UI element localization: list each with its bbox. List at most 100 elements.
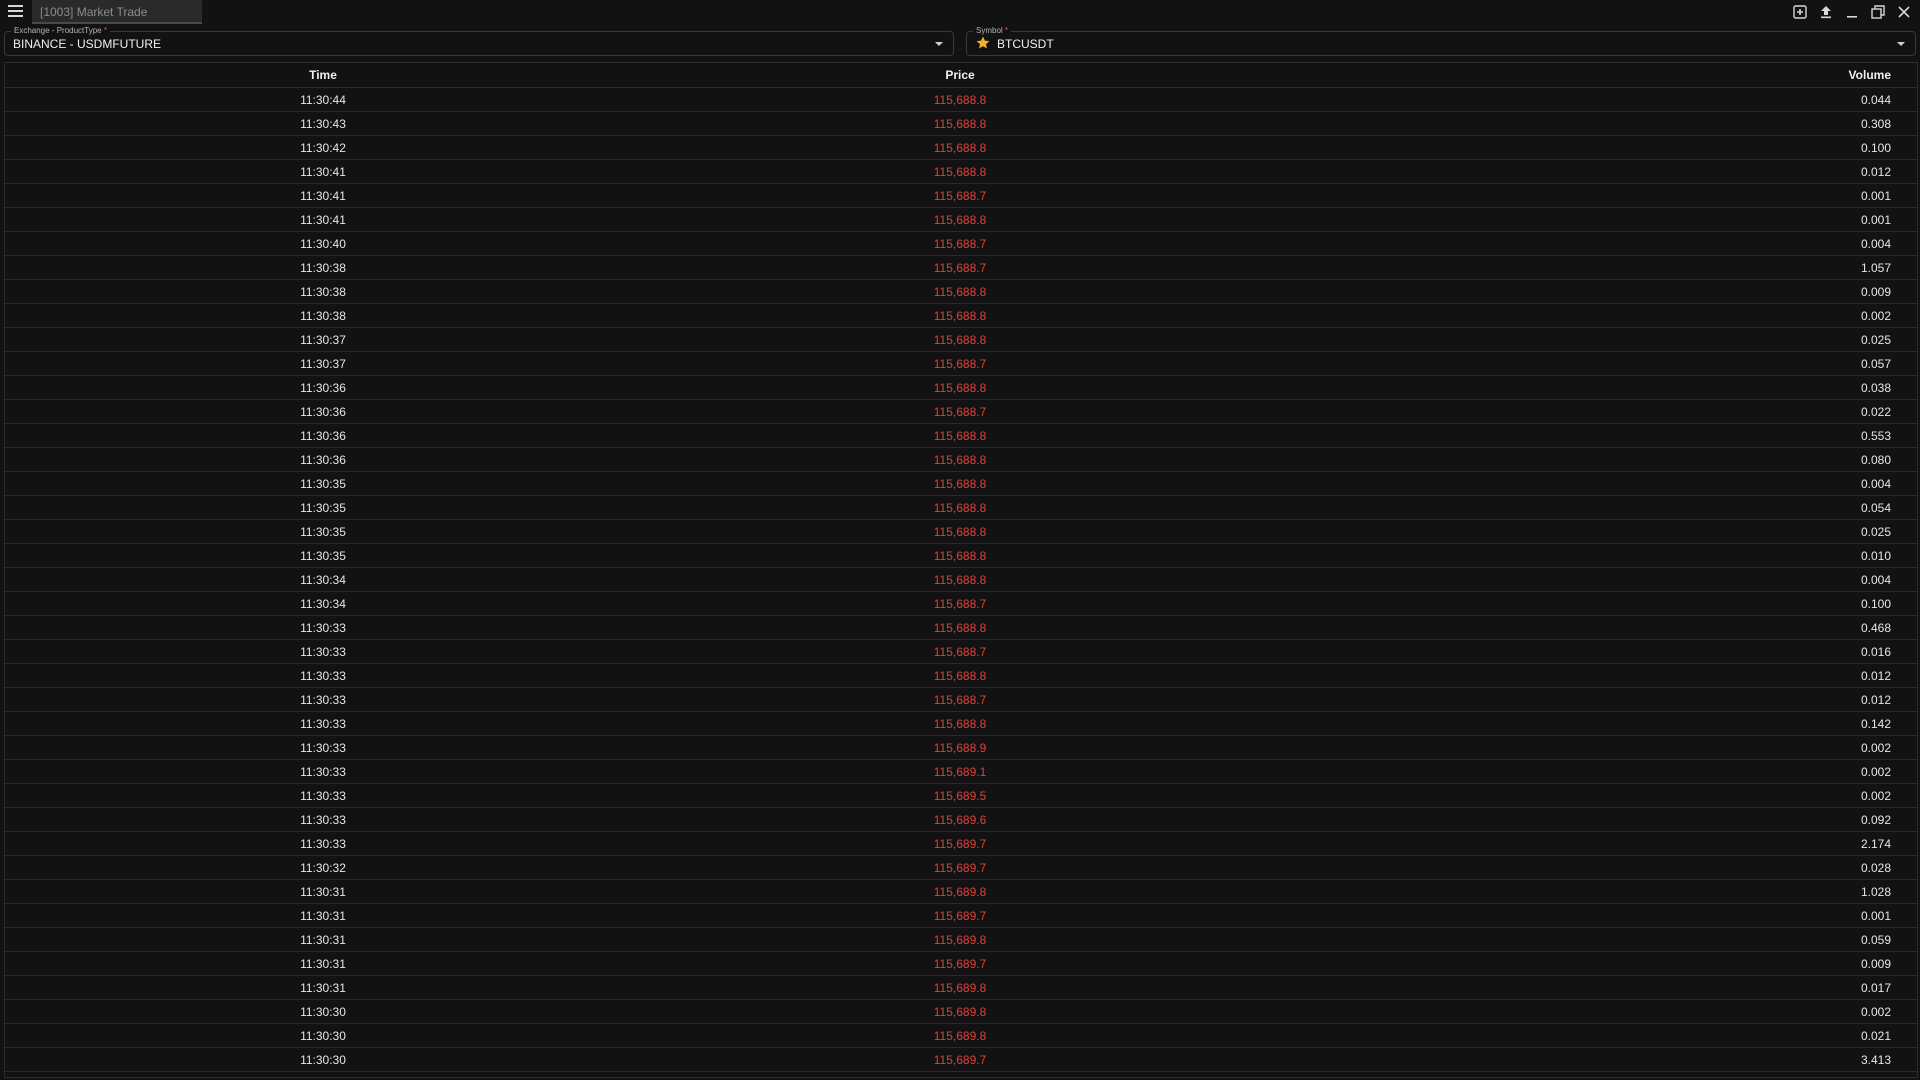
cell-price: 115,688.7 [933, 356, 987, 371]
table-row[interactable]: 11:30:31 115,689.8 0.017 [5, 976, 1917, 1000]
table-row[interactable]: 11:30:38 115,688.8 0.002 [5, 304, 1917, 328]
column-header-price[interactable]: Price [641, 68, 1279, 82]
close-icon[interactable] [1894, 2, 1914, 22]
cell-price: 115,688.7 [933, 236, 987, 251]
cell-price: 115,688.8 [933, 308, 987, 323]
table-row[interactable]: 11:30:40 115,688.7 0.004 [5, 232, 1917, 256]
cell-time: 11:30:41 [300, 188, 346, 203]
column-header-time[interactable]: Time [5, 68, 641, 82]
table-row[interactable]: 11:30:35 115,688.8 0.010 [5, 544, 1917, 568]
cell-time: 11:30:44 [300, 92, 346, 107]
cell-price: 115,688.7 [933, 188, 987, 203]
hamburger-menu-icon[interactable] [8, 5, 23, 19]
cell-price: 115,688.7 [933, 260, 987, 275]
cell-time: 11:30:31 [300, 980, 346, 995]
cell-price: 115,688.8 [933, 212, 987, 227]
minimize-icon[interactable] [1842, 2, 1862, 22]
table-row[interactable]: 11:30:41 115,688.8 0.012 [5, 160, 1917, 184]
symbol-label-text: Symbol [976, 26, 1003, 35]
cell-volume: 0.017 [1860, 980, 1891, 995]
table-row[interactable]: 11:30:36 115,688.8 0.553 [5, 424, 1917, 448]
table-row[interactable]: 11:30:30 115,689.8 0.021 [5, 1024, 1917, 1048]
cell-time: 11:30:33 [300, 620, 346, 635]
exchange-field-value: BINANCE - USDMFUTURE [13, 37, 162, 51]
table-row[interactable]: 11:30:36 115,688.8 0.080 [5, 448, 1917, 472]
table-row[interactable]: 11:30:41 115,688.8 0.001 [5, 208, 1917, 232]
table-row[interactable]: 11:30:35 115,688.8 0.004 [5, 472, 1917, 496]
cell-time: 11:30:36 [300, 452, 346, 467]
table-row[interactable]: 11:30:33 115,688.8 0.142 [5, 712, 1917, 736]
cell-price: 115,688.8 [933, 380, 987, 395]
cell-price: 115,689.5 [933, 788, 987, 803]
cell-time: 11:30:33 [300, 812, 346, 827]
table-row[interactable]: 11:30:33 115,688.7 0.012 [5, 688, 1917, 712]
chevron-down-icon[interactable] [1897, 42, 1905, 46]
table-row[interactable]: 11:30:34 115,688.7 0.100 [5, 592, 1917, 616]
cell-volume: 0.010 [1860, 548, 1891, 563]
cell-time: 11:30:43 [300, 116, 346, 131]
table-row[interactable]: 11:30:31 115,689.8 1.028 [5, 880, 1917, 904]
table-row[interactable]: 11:30:41 115,688.7 0.001 [5, 184, 1917, 208]
cell-time: 11:30:38 [300, 260, 346, 275]
table-row[interactable]: 11:30:43 115,688.8 0.308 [5, 112, 1917, 136]
cell-time: 11:30:41 [300, 212, 346, 227]
market-trade-table[interactable]: Time Price Volume 11:30:44 115,688.8 0.044… [4, 62, 1918, 1078]
table-row[interactable]: 11:30:33 115,689.1 0.002 [5, 760, 1917, 784]
table-row[interactable]: 11:30:30 115,689.8 0.002 [5, 1000, 1917, 1024]
cell-time: 11:30:33 [300, 836, 346, 851]
table-row[interactable]: 11:30:36 115,688.7 0.022 [5, 400, 1917, 424]
cell-volume: 0.001 [1860, 212, 1891, 227]
restore-icon[interactable] [1868, 2, 1888, 22]
table-row[interactable]: 11:30:37 115,688.7 0.057 [5, 352, 1917, 376]
table-row[interactable]: 11:30:32 115,689.7 0.028 [5, 856, 1917, 880]
cell-price: 115,688.8 [933, 92, 987, 107]
chevron-down-icon[interactable] [935, 42, 943, 46]
table-row[interactable]: 11:30:34 115,688.8 0.004 [5, 568, 1917, 592]
cell-price: 115,688.8 [933, 116, 987, 131]
table-row[interactable]: 11:30:33 115,688.7 0.016 [5, 640, 1917, 664]
table-row[interactable]: 11:30:33 115,688.8 0.012 [5, 664, 1917, 688]
table-row[interactable]: 11:30:33 115,689.6 0.092 [5, 808, 1917, 832]
cell-time: 11:30:38 [300, 284, 346, 299]
table-row[interactable]: 11:30:30 115,689.7 3.413 [5, 1048, 1917, 1072]
symbol-select[interactable]: Symbol * BTCUSDT [966, 26, 1916, 56]
cell-price: 115,689.8 [933, 932, 987, 947]
table-row[interactable]: 11:30:33 115,689.5 0.002 [5, 784, 1917, 808]
table-row[interactable]: 11:30:31 115,689.8 0.059 [5, 928, 1917, 952]
cell-time: 11:30:38 [300, 308, 346, 323]
cell-volume: 0.004 [1860, 236, 1891, 251]
window-tab-title: [1003] Market Trade [40, 5, 148, 19]
table-row[interactable]: 11:30:33 115,688.8 0.468 [5, 616, 1917, 640]
cell-volume: 0.009 [1860, 284, 1891, 299]
column-header-volume[interactable]: Volume [1279, 68, 1903, 82]
cell-volume: 0.002 [1860, 308, 1891, 323]
cell-time: 11:30:30 [300, 1028, 346, 1043]
cell-time: 11:30:40 [300, 236, 346, 251]
table-row[interactable]: 11:30:31 115,689.7 0.001 [5, 904, 1917, 928]
star-icon[interactable] [975, 35, 991, 51]
table-row[interactable]: 11:30:44 115,688.8 0.044 [5, 88, 1917, 112]
table-row[interactable]: 11:30:33 115,689.7 2.174 [5, 832, 1917, 856]
cell-price: 115,688.7 [933, 644, 987, 659]
table-row[interactable]: 11:30:38 115,688.8 0.009 [5, 280, 1917, 304]
table-header: Time Price Volume [5, 63, 1917, 88]
cell-volume: 0.080 [1860, 452, 1891, 467]
symbol-field-value: BTCUSDT [997, 37, 1054, 51]
add-window-icon[interactable] [1790, 2, 1810, 22]
table-row[interactable]: 11:30:42 115,688.8 0.100 [5, 136, 1917, 160]
cell-volume: 3.413 [1860, 1052, 1891, 1067]
table-row[interactable]: 11:30:33 115,688.9 0.002 [5, 736, 1917, 760]
table-row[interactable]: 11:30:35 115,688.8 0.054 [5, 496, 1917, 520]
exchange-label-text: Exchange - ProductType [14, 26, 102, 35]
table-row[interactable]: 11:30:37 115,688.8 0.025 [5, 328, 1917, 352]
window-tab[interactable]: [1003] Market Trade [32, 0, 202, 24]
exchange-product-type-select[interactable]: Exchange - ProductType * BINANCE - USDMF… [4, 26, 954, 56]
cell-price: 115,688.8 [933, 548, 987, 563]
table-row[interactable]: 11:30:36 115,688.8 0.038 [5, 376, 1917, 400]
cell-volume: 0.092 [1860, 812, 1891, 827]
upload-icon[interactable] [1816, 2, 1836, 22]
table-row[interactable]: 11:30:38 115,688.7 1.057 [5, 256, 1917, 280]
cell-volume: 0.028 [1860, 860, 1891, 875]
table-row[interactable]: 11:30:31 115,689.7 0.009 [5, 952, 1917, 976]
table-row[interactable]: 11:30:35 115,688.8 0.025 [5, 520, 1917, 544]
